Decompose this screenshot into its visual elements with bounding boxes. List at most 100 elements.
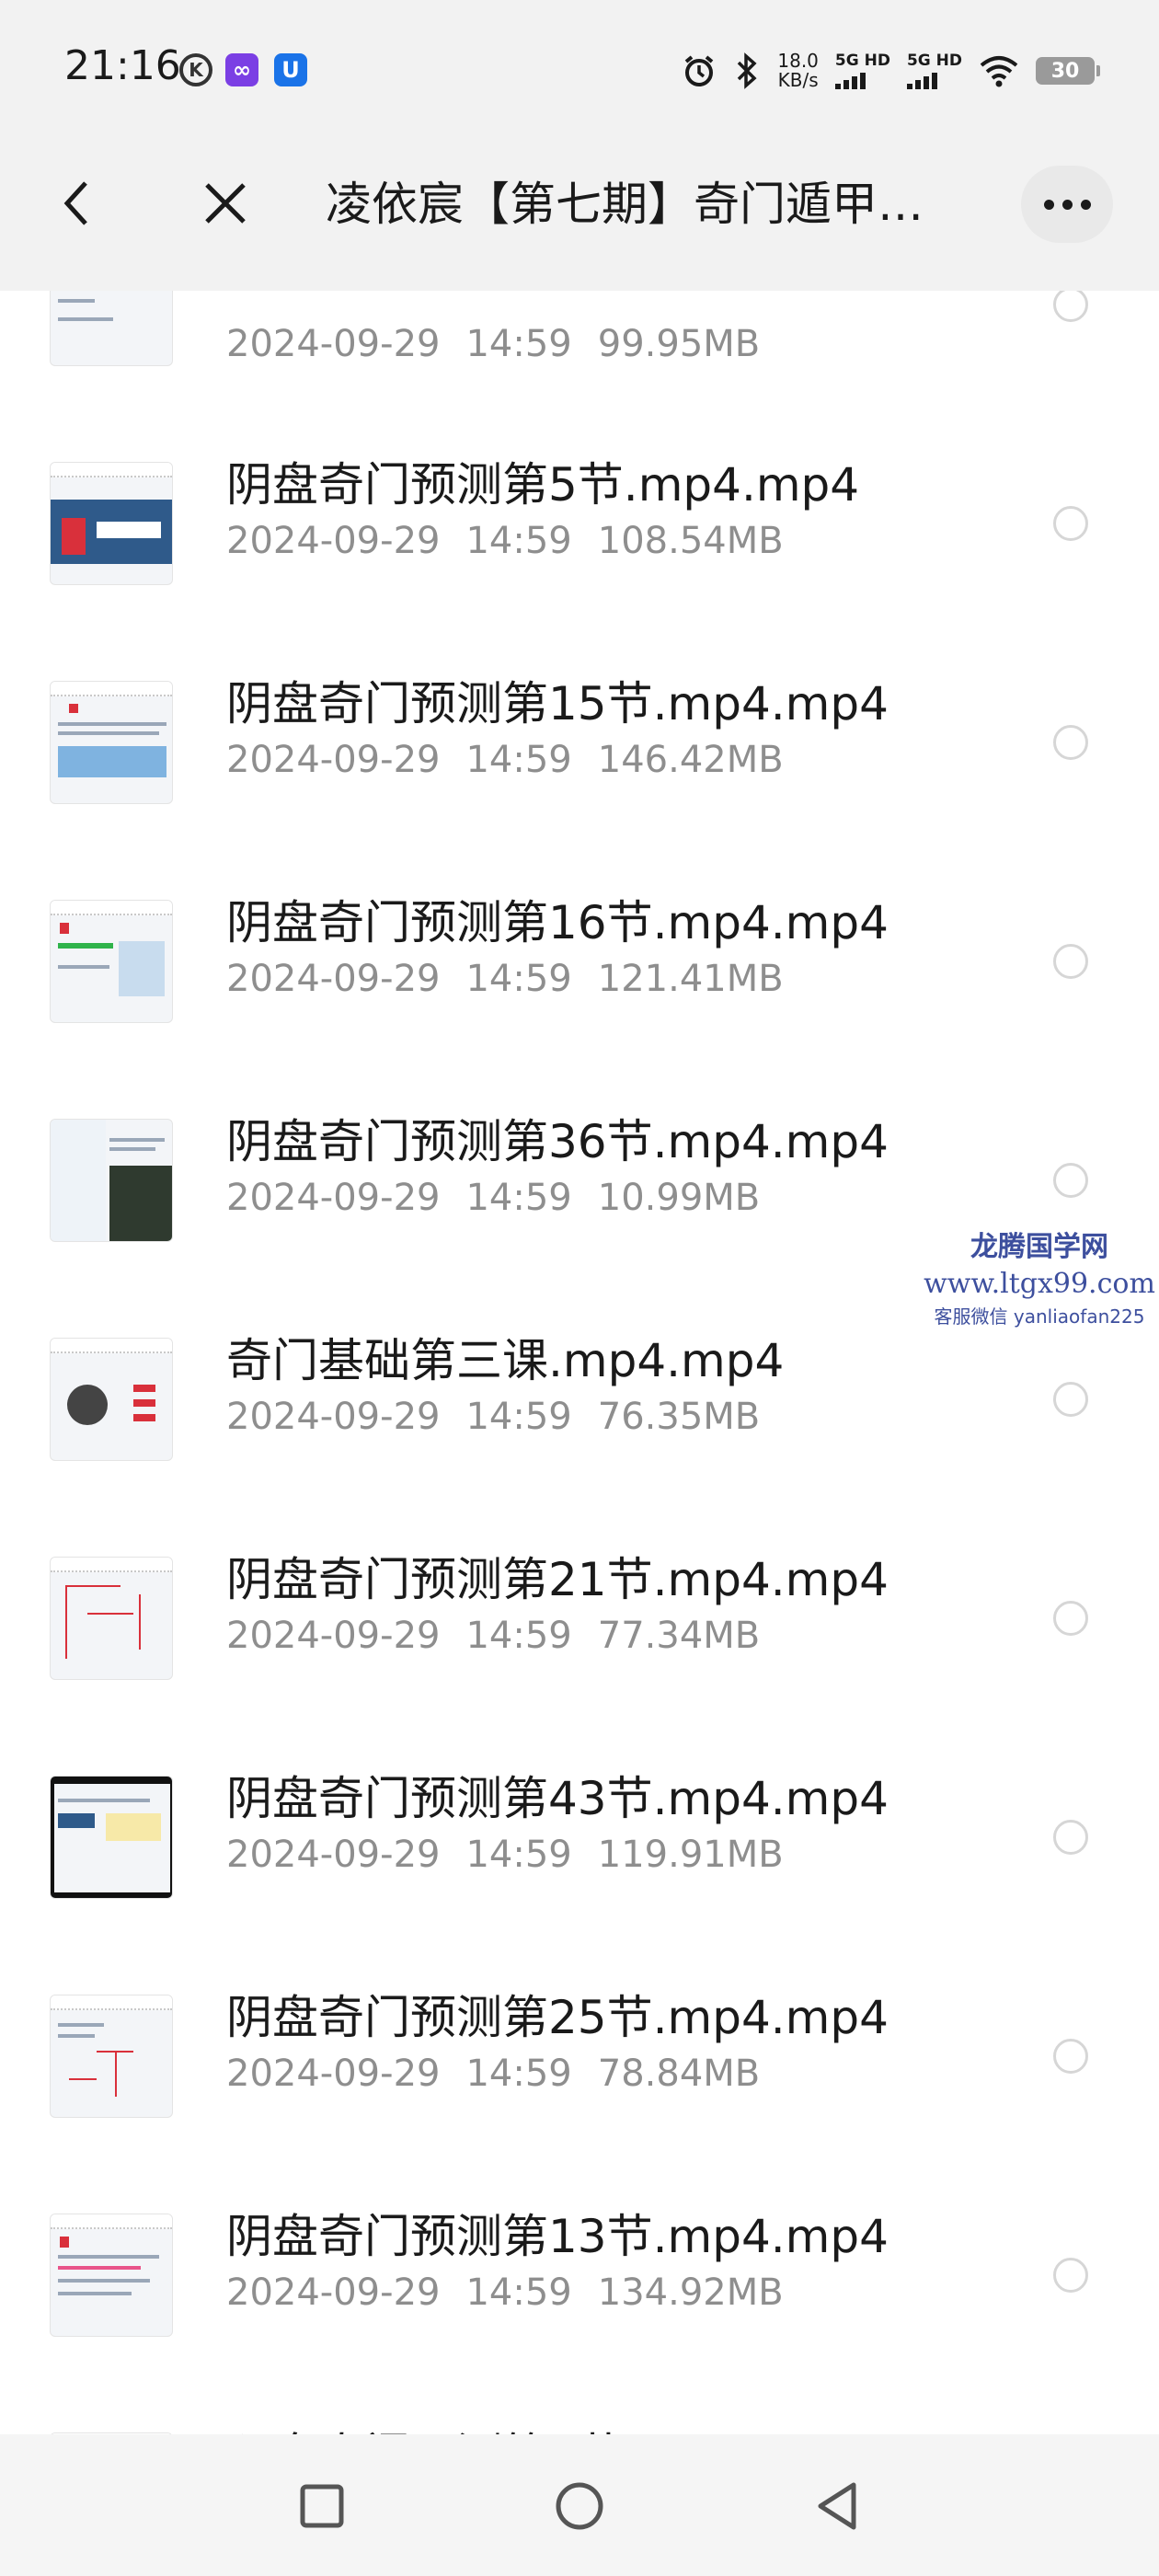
triangle-back-icon bbox=[818, 2482, 856, 2530]
more-dot bbox=[1061, 199, 1073, 210]
system-back-button[interactable] bbox=[802, 2471, 872, 2541]
select-radio[interactable] bbox=[1053, 1382, 1088, 1417]
bluetooth-icon bbox=[738, 52, 757, 89]
select-radio[interactable] bbox=[1053, 2039, 1088, 2074]
thumb-block bbox=[60, 923, 69, 934]
close-icon bbox=[205, 183, 246, 224]
file-row[interactable]: 2024-09-29 14:59 99.95MB bbox=[0, 291, 1159, 414]
video-thumbnail bbox=[50, 291, 173, 366]
select-radio[interactable] bbox=[1053, 506, 1088, 541]
file-size: 119.91MB bbox=[597, 1834, 784, 1876]
more-button[interactable] bbox=[1021, 166, 1113, 243]
file-name: 阴盘奇门预测第36节.mp4.mp4 bbox=[226, 1115, 889, 1168]
close-button[interactable] bbox=[195, 173, 256, 234]
video-thumbnail bbox=[50, 900, 173, 1023]
video-thumbnail bbox=[50, 1776, 173, 1899]
thumb-line bbox=[58, 299, 95, 303]
file-meta: 2024-09-29 14:59 78.84MB bbox=[226, 2050, 786, 2098]
file-date: 2024-09-29 bbox=[226, 739, 441, 781]
select-radio[interactable] bbox=[1053, 291, 1088, 322]
select-radio[interactable] bbox=[1053, 1820, 1088, 1855]
select-radio[interactable] bbox=[1053, 1163, 1088, 1198]
file-meta: 2024-09-29 14:59 134.92MB bbox=[226, 2269, 809, 2317]
thumb-block bbox=[51, 1120, 106, 1241]
file-row[interactable]: 阴盘奇门预测第16节.mp4.mp4 2024-09-29 14:59 121.41… bbox=[0, 852, 1159, 1071]
thumb-line bbox=[58, 943, 113, 949]
thumb-block bbox=[133, 1385, 155, 1392]
file-row[interactable]: 阴盘奇门预测第9节.mp4.mp4 bbox=[0, 2385, 1159, 2434]
thumb-bar bbox=[51, 1995, 172, 2010]
file-row[interactable]: 阴盘奇门预测第15节.mp4.mp4 2024-09-29 14:59 146.42… bbox=[0, 633, 1159, 852]
file-row[interactable]: 阴盘奇门预测第5节.mp4.mp4 2024-09-29 14:59 108.54M… bbox=[0, 414, 1159, 633]
recents-button[interactable] bbox=[287, 2471, 357, 2541]
thumb-block bbox=[133, 1399, 155, 1407]
file-date: 2024-09-29 bbox=[226, 1396, 441, 1438]
wifi-icon bbox=[980, 56, 1018, 87]
signal-bars-icon bbox=[906, 69, 962, 89]
file-meta: 2024-09-29 14:59 146.42MB bbox=[226, 736, 809, 784]
file-name: 阴盘奇门预测第25节.mp4.mp4 bbox=[226, 1991, 889, 2044]
thumb-block bbox=[119, 941, 165, 996]
file-name: 阴盘奇门预测第5节.mp4.mp4 bbox=[226, 458, 860, 512]
file-time: 14:59 bbox=[465, 520, 572, 562]
watermark-title: 龙腾国学网 bbox=[970, 1231, 1108, 1263]
video-thumbnail bbox=[50, 1995, 173, 2118]
more-dot bbox=[1080, 199, 1091, 210]
signal-2: 5G HD bbox=[906, 52, 962, 89]
thumb-block bbox=[115, 2051, 117, 2097]
select-radio[interactable] bbox=[1053, 944, 1088, 979]
select-radio[interactable] bbox=[1053, 2258, 1088, 2293]
file-date: 2024-09-29 bbox=[226, 1615, 441, 1657]
thumb-block bbox=[87, 1613, 133, 1615]
back-button[interactable] bbox=[53, 173, 99, 234]
thumb-bar bbox=[51, 463, 172, 477]
k-app-icon: K bbox=[179, 53, 212, 86]
thumb-block bbox=[62, 518, 86, 555]
thumb-line bbox=[58, 1799, 150, 1802]
file-time: 14:59 bbox=[465, 958, 572, 1000]
video-thumbnail bbox=[50, 1338, 173, 1461]
file-size: 146.42MB bbox=[597, 739, 784, 781]
video-thumbnail bbox=[50, 1557, 173, 1680]
file-time: 14:59 bbox=[465, 1396, 572, 1438]
file-size: 134.92MB bbox=[597, 2271, 784, 2314]
header: 凌依宸【第七期】奇门遁甲… bbox=[0, 118, 1159, 291]
signal-2-label: 5G HD bbox=[906, 52, 962, 70]
file-name: 阴盘奇门预测第15节.mp4.mp4 bbox=[226, 677, 889, 730]
thumb-block bbox=[69, 2078, 97, 2080]
thumb-block bbox=[58, 2266, 141, 2270]
circle-home-icon bbox=[556, 2482, 603, 2530]
home-button[interactable] bbox=[545, 2471, 614, 2541]
file-date: 2024-09-29 bbox=[226, 2271, 441, 2314]
file-row[interactable]: 阴盘奇门预测第43节.mp4.mp4 2024-09-29 14:59 119.91… bbox=[0, 1728, 1159, 1947]
thumb-block bbox=[58, 746, 166, 777]
signal-1: 5G HD bbox=[834, 52, 890, 89]
file-list[interactable]: 2024-09-29 14:59 99.95MB 阴盘奇门预测第5节.mp4.mp4… bbox=[0, 291, 1159, 2434]
file-date: 2024-09-29 bbox=[226, 1177, 441, 1219]
select-radio[interactable] bbox=[1053, 1601, 1088, 1636]
video-thumbnail bbox=[50, 2214, 173, 2337]
watermark-url: www.ltgx99.com bbox=[924, 1268, 1155, 1300]
thumb-line bbox=[58, 2279, 150, 2283]
file-size: 99.95MB bbox=[597, 323, 761, 365]
file-row[interactable]: 阴盘奇门预测第13节.mp4.mp4 2024-09-29 14:59 134.92… bbox=[0, 2166, 1159, 2385]
file-row[interactable]: 阴盘奇门预测第25节.mp4.mp4 2024-09-29 14:59 78.84M… bbox=[0, 1947, 1159, 2166]
file-time: 14:59 bbox=[465, 1615, 572, 1657]
file-time: 14:59 bbox=[465, 1177, 572, 1219]
file-time: 14:59 bbox=[465, 739, 572, 781]
file-meta: 2024-09-29 14:59 10.99MB bbox=[226, 1174, 786, 1222]
file-size: 76.35MB bbox=[597, 1396, 761, 1438]
net-speed-unit: KB/s bbox=[777, 69, 819, 91]
file-meta: 2024-09-29 14:59 108.54MB bbox=[226, 517, 809, 565]
alarm-icon bbox=[685, 55, 714, 86]
thumb-block bbox=[109, 1166, 172, 1241]
thumb-bar bbox=[51, 2214, 172, 2229]
thumb-line bbox=[58, 2292, 132, 2295]
file-time: 14:59 bbox=[465, 2053, 572, 2095]
file-row[interactable]: 阴盘奇门预测第21节.mp4.mp4 2024-09-29 14:59 77.34M… bbox=[0, 1509, 1159, 1728]
select-radio[interactable] bbox=[1053, 725, 1088, 760]
file-meta: 2024-09-29 14:59 99.95MB bbox=[226, 320, 786, 368]
thumb-line bbox=[97, 522, 161, 538]
thumb-block bbox=[69, 704, 78, 713]
thumb-block bbox=[60, 2237, 69, 2248]
